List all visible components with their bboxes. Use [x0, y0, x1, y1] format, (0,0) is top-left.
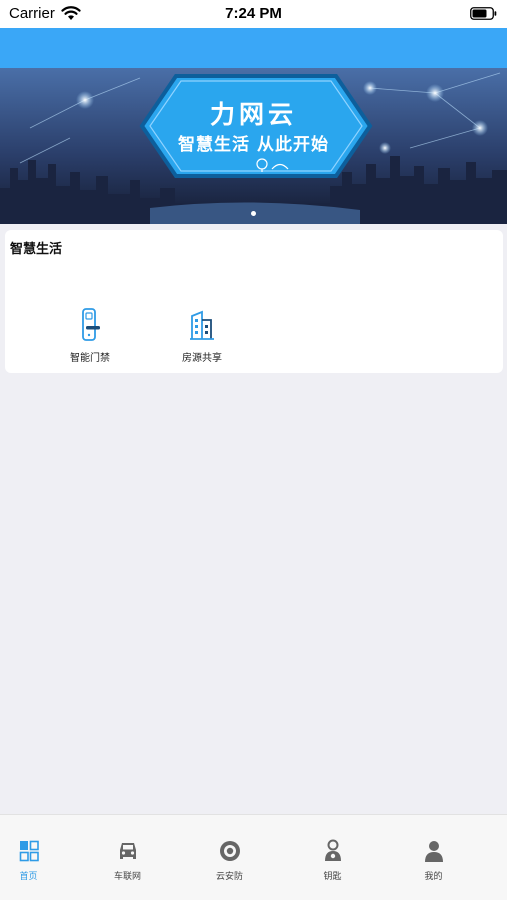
- tab-bar: 首页 车联网 云安防 钥匙 我的: [0, 814, 507, 900]
- smart-life-card: 智慧生活 智能门禁 房源共享: [5, 230, 503, 373]
- housing-share-label: 房源共享: [182, 353, 222, 364]
- key-person-icon: [325, 839, 341, 861]
- banner-title: 力网云: [209, 100, 297, 129]
- status-bar: Carrier 7:24 PM: [0, 0, 507, 28]
- status-time: 7:24 PM: [225, 5, 282, 22]
- tab-cloud-security-label: 云安防: [215, 872, 243, 882]
- smart-lock-icon: [82, 308, 100, 341]
- person-icon: [425, 841, 443, 862]
- tab-home[interactable]: 首页: [0, 815, 79, 885]
- grid-icon: [19, 840, 39, 862]
- smart-access-label: 智能门禁: [70, 353, 110, 364]
- section-title: 智慧生活: [10, 242, 63, 257]
- car-icon: [120, 843, 136, 859]
- banner-carousel[interactable]: 力网云 智慧生活 从此开始: [0, 68, 507, 224]
- camera-icon: [220, 841, 240, 861]
- battery-icon: [470, 7, 497, 20]
- carousel-page-indicator: [251, 211, 256, 216]
- building-icon: [190, 310, 214, 340]
- tab-mine[interactable]: 我的: [383, 815, 484, 885]
- tab-car-network-label: 车联网: [113, 872, 141, 882]
- tab-keys[interactable]: 钥匙: [282, 815, 383, 885]
- tab-home-label: 首页: [19, 872, 38, 882]
- tab-mine-label: 我的: [424, 872, 443, 882]
- smart-access-button[interactable]: 智能门禁: [45, 308, 135, 368]
- housing-share-button[interactable]: 房源共享: [157, 308, 247, 368]
- tab-keys-label: 钥匙: [323, 872, 342, 882]
- tab-car-network[interactable]: 车联网: [77, 815, 178, 885]
- banner-subtitle: 智慧生活 从此开始: [178, 135, 329, 155]
- tab-cloud-security[interactable]: 云安防: [179, 815, 280, 885]
- nav-bar: [0, 28, 507, 68]
